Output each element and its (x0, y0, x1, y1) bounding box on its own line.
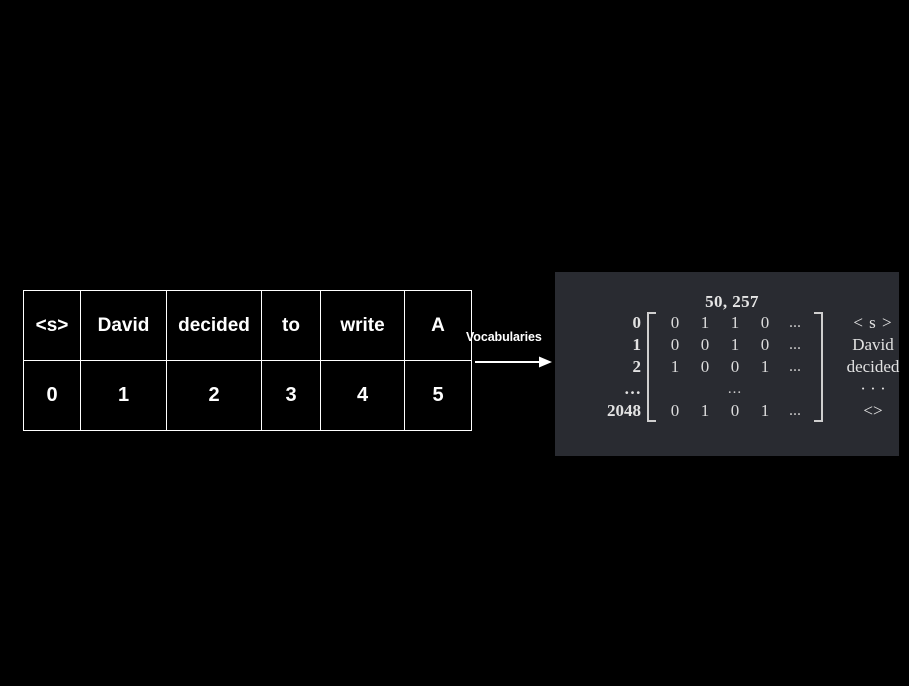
matrix-value: 1 (760, 401, 770, 420)
matrix-value: 0 (760, 335, 770, 354)
matrix-value: 0 (700, 357, 710, 376)
table-cell-id-4: 4 (320, 360, 405, 431)
matrix-row-ellipsis: ... (660, 378, 810, 400)
matrix-value: 1 (670, 357, 680, 376)
matrix-token-label-ellipsis: · · · (860, 379, 886, 398)
matrix-row-label: 2 (632, 357, 642, 376)
matrix-bracket-group: 0 1 1 0 ... 0 0 1 0 ... 1 0 0 1 ... ... … (647, 312, 823, 422)
matrix-value: 0 (670, 335, 680, 354)
matrix-row: 0 1 0 1 ... (660, 400, 810, 422)
token-id-table: <s> David decided to write A 0 1 2 3 4 5 (23, 290, 472, 431)
table-cell-id-5: 5 (404, 360, 472, 431)
matrix-value: 1 (760, 357, 770, 376)
matrix-value: 0 (730, 401, 740, 420)
onehot-matrix-panel: 50, 257 0 1 2 … 2048 0 1 1 0 ... 0 0 1 0… (555, 272, 899, 456)
matrix-token-label: decided (846, 357, 900, 376)
arrow-caption-label: Vocabularies (466, 330, 542, 344)
matrix-value: 1 (700, 401, 710, 420)
matrix-row-label: 1 (632, 335, 642, 354)
left-bracket-icon (647, 312, 656, 422)
matrix-row-label-column: 0 1 2 … 2048 (591, 312, 647, 422)
right-arrow-icon (475, 355, 553, 374)
matrix-token-label: David (852, 335, 894, 354)
table-cell-token-4: write (320, 290, 405, 361)
table-cell-id-3: 3 (261, 360, 321, 431)
right-bracket-icon (814, 312, 823, 422)
matrix-value-ellipsis: ... (789, 336, 801, 353)
matrix-value: 1 (730, 313, 740, 332)
matrix-value: 1 (700, 313, 710, 332)
table-row-ids: 0 1 2 3 4 5 (23, 360, 472, 431)
matrix-row-label: 0 (632, 313, 642, 332)
matrix-value: 0 (670, 313, 680, 332)
matrix-value: 0 (760, 313, 770, 332)
table-cell-token-3: to (261, 290, 321, 361)
matrix-token-label: <> (863, 401, 883, 420)
matrix-value-ellipsis: ... (789, 314, 801, 331)
matrix-value-ellipsis: ... (789, 402, 801, 419)
table-cell-token-1: David (80, 290, 167, 361)
matrix-body: 0 1 2 … 2048 0 1 1 0 ... 0 0 1 0 ... 1 0… (591, 312, 909, 422)
table-cell-id-1: 1 (80, 360, 167, 431)
matrix-token-label-column: < s > David decided · · · <> (823, 312, 909, 422)
matrix-token-label: < s > (853, 313, 893, 332)
table-cell-id-0: 0 (23, 360, 81, 431)
matrix-row: 0 1 1 0 ... (660, 312, 810, 334)
matrix-row: 1 0 0 1 ... (660, 356, 810, 378)
matrix-value: 0 (730, 357, 740, 376)
table-row-tokens: <s> David decided to write A (23, 290, 472, 361)
table-cell-token-0: <s> (23, 290, 81, 361)
matrix-value-ellipsis: ... (789, 358, 801, 375)
matrix-row-label: 2048 (607, 401, 641, 420)
table-cell-token-5: A (404, 290, 472, 361)
transform-arrow-group: Vocabularies (466, 330, 556, 375)
table-cell-id-2: 2 (166, 360, 262, 431)
matrix-value: 0 (670, 401, 680, 420)
matrix-value: 1 (730, 335, 740, 354)
matrix-value-grid: 0 1 1 0 ... 0 0 1 0 ... 1 0 0 1 ... ... … (656, 312, 814, 422)
table-cell-token-2: decided (166, 290, 262, 361)
matrix-row-label-ellipsis: … (624, 379, 641, 398)
matrix-row: 0 0 1 0 ... (660, 334, 810, 356)
matrix-dimension-label: 50, 257 (705, 292, 759, 311)
matrix-vertical-ellipsis: ... (727, 380, 743, 397)
matrix-value: 0 (700, 335, 710, 354)
